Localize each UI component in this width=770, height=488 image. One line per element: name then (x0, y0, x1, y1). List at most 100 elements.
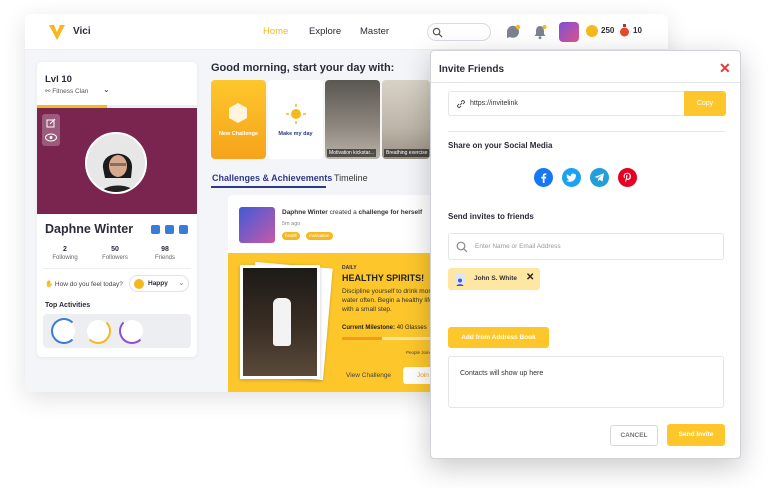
mood-select[interactable]: Happy ⌄ (129, 275, 189, 292)
chat-icon[interactable] (505, 24, 521, 40)
following-label: Following (52, 255, 78, 261)
invite-title: Send invites to friends (448, 212, 534, 221)
chevron-down-icon[interactable]: ⌄ (103, 85, 110, 94)
feed-time: 5m ago (282, 221, 301, 227)
remove-chip-icon[interactable]: ✕ (526, 272, 534, 283)
profile-name: Daphne Winter (45, 222, 134, 236)
edit-icon[interactable] (46, 118, 56, 128)
coin-count: 250 (601, 26, 615, 35)
nav-master[interactable]: Master (360, 26, 389, 37)
activity-game-icon[interactable] (119, 318, 145, 344)
profile-photo (87, 134, 145, 192)
pinterest-button[interactable] (618, 168, 637, 187)
feed-text: Daphne Winter created a challenge for he… (282, 209, 422, 216)
sun-icon (286, 104, 306, 124)
bell-icon[interactable] (532, 24, 548, 40)
coin-icon (586, 25, 598, 37)
search-icon (456, 241, 468, 253)
link-icon (457, 100, 465, 108)
challenge-frequency: DAILY (342, 265, 357, 271)
address-book-button[interactable]: Add from Address Book (448, 327, 549, 348)
card-new-challenge[interactable]: New Challenge (211, 80, 266, 159)
send-invite-button[interactable]: Send Invite (667, 424, 725, 446)
card-breathing[interactable]: Breathing exercise (382, 80, 430, 159)
hand-icon: ✋ (45, 281, 55, 288)
eye-icon[interactable] (45, 133, 57, 142)
milestone-value: 40 Glasses (396, 325, 427, 331)
facebook-button[interactable] (534, 168, 553, 187)
bottle-shape (273, 298, 291, 346)
copy-button[interactable]: Copy (684, 91, 726, 116)
shield-badge-icon (151, 225, 160, 234)
clan-label[interactable]: ⚯ Fitness Clan (45, 87, 88, 95)
potion-count: 10 (633, 26, 642, 35)
contacts-list: Contacts will show up here (448, 356, 724, 408)
challenge-photo (240, 265, 320, 379)
card-label: Breathing exercise (384, 149, 430, 157)
nav-home[interactable]: Home (263, 26, 288, 37)
activity-run-icon[interactable] (51, 318, 77, 344)
challenge-banner: DAILY HEALTHY SPIRITS! Discipline yourse… (228, 253, 448, 392)
divider (43, 268, 191, 269)
twitter-icon (566, 173, 576, 182)
telegram-button[interactable] (590, 168, 609, 187)
profile-action-buttons (42, 114, 60, 146)
card-motivation[interactable]: Motivation kickstar... (325, 80, 380, 159)
brand-name: Vici (73, 26, 91, 37)
friends-count[interactable]: 98 (140, 246, 190, 253)
card-label: New Challenge (218, 131, 259, 137)
close-icon[interactable]: ✕ (719, 60, 731, 77)
search-input[interactable] (427, 23, 491, 41)
nav-explore[interactable]: Explore (309, 26, 341, 37)
invite-link-field[interactable]: https://invitelink Copy (448, 91, 726, 116)
followers-label: Followers (102, 255, 128, 261)
invitee-chip[interactable]: John S. White ✕ (448, 268, 540, 290)
contacts-placeholder: Contacts will show up here (460, 370, 544, 377)
v-logo-icon[interactable] (47, 22, 67, 42)
friends-label: Friends (154, 255, 175, 261)
profile-cover (37, 108, 197, 214)
tab-challenges[interactable]: Challenges & Achievements (212, 173, 332, 183)
feed-action: created a (329, 209, 357, 216)
hexagon-icon (229, 103, 247, 123)
divider (431, 82, 740, 83)
user-avatar[interactable] (559, 22, 579, 42)
telegram-icon (594, 173, 604, 182)
milestone-progress-fill (342, 337, 383, 340)
twitter-button[interactable] (562, 168, 581, 187)
feel-prompt: ✋ How do you feel today? (45, 280, 123, 288)
level-label: Lvl 10 (45, 74, 72, 85)
mood-value: Happy (148, 280, 168, 287)
tab-underline (211, 186, 326, 188)
tag-badge[interactable]: motivation (306, 232, 333, 240)
feed-user[interactable]: Daphne Winter (282, 209, 328, 216)
invite-friends-modal: Invite Friends ✕ https://invitelink Copy… (430, 50, 741, 459)
invite-search-input[interactable]: Enter Name or Email Address (448, 233, 724, 260)
activity-book-icon[interactable] (85, 318, 111, 344)
view-challenge-link[interactable]: View Challenge (346, 372, 391, 379)
user-icon (455, 274, 465, 286)
modal-title: Invite Friends (439, 64, 505, 75)
profile-avatar[interactable] (85, 132, 147, 194)
cancel-button[interactable]: CANCEL (610, 425, 658, 446)
card-make-my-day[interactable]: Make my day (268, 80, 323, 159)
invite-link-value: https://invitelink (470, 100, 518, 107)
challenge-milestone: Current Milestone: 40 Glasses (342, 325, 427, 331)
tag-badge[interactable]: health (282, 232, 301, 240)
pinterest-icon (623, 172, 631, 183)
shield-badge-icon (165, 225, 174, 234)
following-count[interactable]: 2 (40, 246, 90, 253)
followers-count[interactable]: 50 (90, 246, 140, 253)
greeting-title: Good morning, start your day with: (211, 62, 395, 74)
clan-name: Fitness Clan (52, 88, 89, 95)
milk-bottle-image (243, 268, 317, 376)
profile-card: Lvl 10 ⚯ Fitness Clan ⌄ Daphne Winter 2 … (37, 62, 197, 357)
smile-icon (134, 279, 144, 289)
feed-avatar[interactable] (239, 207, 275, 243)
card-label: Make my day (278, 131, 313, 137)
feel-prompt-text: How do you feel today? (54, 281, 123, 288)
shield-badge-icon (179, 225, 188, 234)
invite-search-placeholder: Enter Name or Email Address (475, 243, 561, 250)
divider (448, 131, 725, 132)
tab-timeline[interactable]: Timeline (334, 173, 368, 183)
